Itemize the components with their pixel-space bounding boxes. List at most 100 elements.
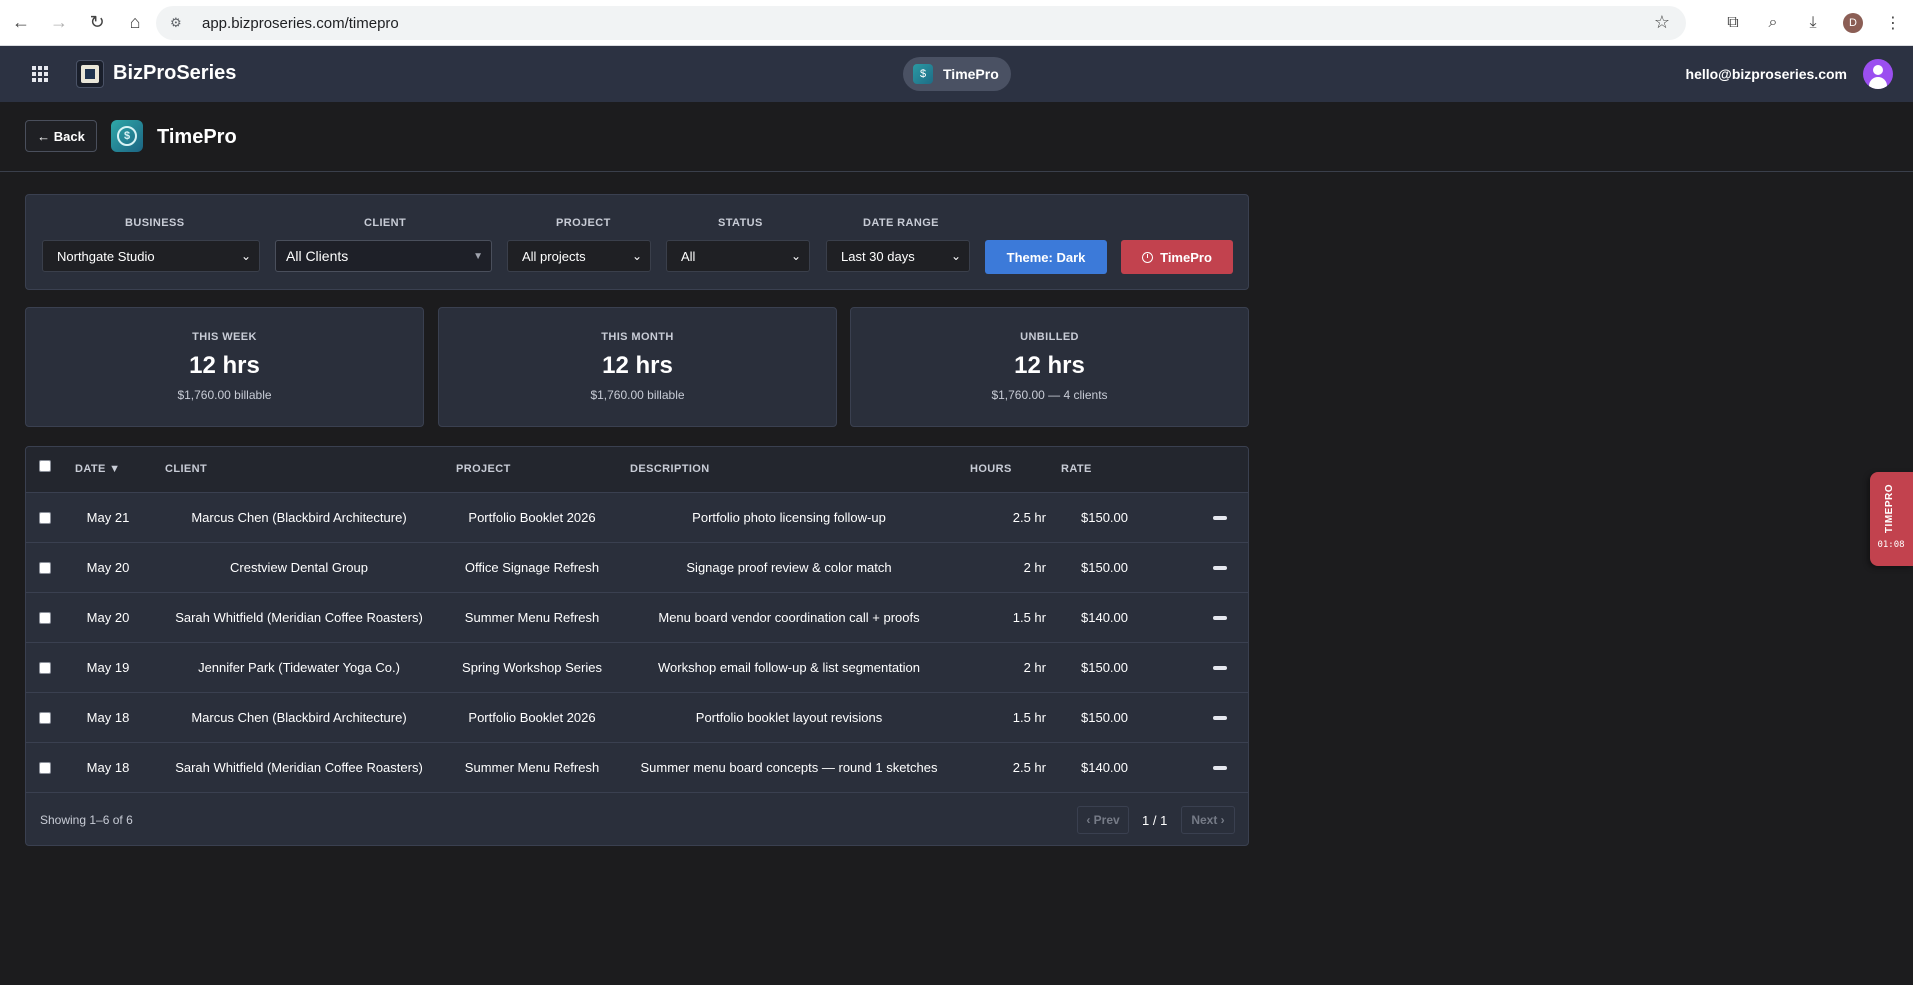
business-select[interactable]: Northgate Studio ⌄ <box>42 240 260 272</box>
column-header-rate[interactable]: RATE <box>1061 463 1092 475</box>
clock-icon <box>1142 251 1154 263</box>
client-select-value: All Clients <box>286 248 349 264</box>
column-header-project[interactable]: PROJECT <box>456 463 511 475</box>
table-row[interactable]: May 18 Sarah Whitfield (Meridian Coffee … <box>26 743 1248 793</box>
app-switcher-pill[interactable]: $ TimePro <box>903 57 1011 91</box>
client-select[interactable]: All Clients ▼ <box>275 240 492 272</box>
dollar-icon: $ <box>117 126 137 146</box>
theme-toggle-button[interactable]: Theme: Dark <box>985 240 1107 274</box>
entry-rate: $150.00 <box>1081 560 1128 575</box>
user-email: hello@bizproseries.com <box>1685 66 1847 82</box>
chevron-down-icon: ⌄ <box>790 249 801 263</box>
stat-card-this-week: THIS WEEK 12 hrs $1,760.00 billable <box>25 307 424 427</box>
forward-arrow-icon[interactable]: → <box>42 6 76 40</box>
status-filter-label: STATUS <box>718 217 763 229</box>
prev-page-button[interactable]: ‹ Prev <box>1077 806 1129 834</box>
stat-subtext: $1,760.00 — 4 clients <box>991 388 1108 402</box>
browser-profile-avatar[interactable]: D <box>1843 13 1863 33</box>
stat-value: 12 hrs <box>189 352 260 379</box>
entry-hours: 2 hr <box>1023 560 1046 575</box>
page-title: TimePro <box>157 126 237 148</box>
stat-subtext: $1,760.00 billable <box>177 388 272 402</box>
entry-description: Menu board vendor coordination call + pr… <box>658 610 920 625</box>
browser-toolbar: ← → ↻ ⌂ ⚙ app.bizproseries.com/timepro ☆… <box>0 0 1913 46</box>
next-page-button[interactable]: Next › <box>1181 806 1235 834</box>
timepro-timer-button[interactable]: TimePro <box>1121 240 1233 274</box>
entry-project: Office Signage Refresh <box>464 560 600 575</box>
entry-client: Marcus Chen (Blackbird Architecture) <box>191 710 407 725</box>
stat-value: 12 hrs <box>602 352 673 379</box>
project-select[interactable]: All projects ⌄ <box>507 240 651 272</box>
entry-date: May 19 <box>86 660 130 675</box>
row-menu-icon[interactable] <box>1213 716 1227 720</box>
row-checkbox[interactable] <box>39 762 51 774</box>
status-select[interactable]: All ⌄ <box>666 240 810 272</box>
entry-description: Portfolio photo licensing follow-up <box>692 510 886 525</box>
row-menu-icon[interactable] <box>1213 616 1227 620</box>
entry-description: Summer menu board concepts — round 1 ske… <box>640 760 938 775</box>
business-select-value: Northgate Studio <box>57 248 155 264</box>
row-checkbox[interactable] <box>39 512 51 524</box>
table-row[interactable]: May 20 Sarah Whitfield (Meridian Coffee … <box>26 593 1248 643</box>
status-select-value: All <box>681 248 696 264</box>
stat-value: 12 hrs <box>1014 352 1085 379</box>
entry-description: Workshop email follow-up & list segmenta… <box>657 660 921 675</box>
entry-rate: $150.00 <box>1081 710 1128 725</box>
entry-project: Summer Menu Refresh <box>464 610 600 625</box>
back-button[interactable]: ← Back <box>25 120 97 152</box>
timer-tab-label: TIMEPRO <box>1884 484 1895 534</box>
back-arrow-icon[interactable]: ← <box>4 6 38 40</box>
caret-down-icon: ▼ <box>473 251 483 262</box>
tab-search-icon[interactable]: ⌕ <box>1753 14 1793 32</box>
row-menu-icon[interactable] <box>1213 566 1227 570</box>
entry-rate: $150.00 <box>1081 510 1128 525</box>
apps-grid-icon[interactable] <box>32 66 48 82</box>
row-checkbox[interactable] <box>39 612 51 624</box>
project-filter-label: PROJECT <box>556 217 611 229</box>
select-all-checkbox[interactable] <box>39 460 51 472</box>
table-row[interactable]: May 20 Crestview Dental Group Office Sig… <box>26 543 1248 593</box>
reload-icon[interactable]: ↻ <box>80 6 114 40</box>
row-menu-icon[interactable] <box>1213 766 1227 770</box>
row-checkbox[interactable] <box>39 662 51 674</box>
extensions-icon[interactable]: ⧉ <box>1713 14 1753 32</box>
time-entries-table: DATE ▼ CLIENT PROJECT DESCRIPTION HOURS … <box>25 446 1249 846</box>
column-header-date[interactable]: DATE ▼ <box>75 463 120 475</box>
entry-date: May 18 <box>86 760 130 775</box>
entry-project: Portfolio Booklet 2026 <box>468 710 596 725</box>
column-header-hours[interactable]: HOURS <box>970 463 1012 475</box>
chevron-down-icon: ⌄ <box>631 249 642 263</box>
home-icon[interactable]: ⌂ <box>118 6 152 40</box>
column-header-description[interactable]: DESCRIPTION <box>630 463 710 475</box>
table-row[interactable]: May 18 Marcus Chen (Blackbird Architectu… <box>26 693 1248 743</box>
entry-hours: 2.5 hr <box>1012 760 1046 775</box>
stat-label: THIS WEEK <box>192 331 257 343</box>
column-header-client[interactable]: CLIENT <box>165 463 207 475</box>
row-checkbox[interactable] <box>39 712 51 724</box>
date-range-select[interactable]: Last 30 days ⌄ <box>826 240 970 272</box>
address-bar[interactable]: ⚙ app.bizproseries.com/timepro ☆ <box>156 6 1686 40</box>
site-info-icon[interactable]: ⚙ <box>170 15 190 31</box>
chevron-down-icon: ⌄ <box>950 249 961 263</box>
brand-name[interactable]: BizProSeries <box>113 62 236 85</box>
entry-rate: $140.00 <box>1081 760 1128 775</box>
url-text: app.bizproseries.com/timepro <box>202 14 399 32</box>
project-select-value: All projects <box>522 248 586 264</box>
browser-menu-icon[interactable]: ⋮ <box>1873 13 1913 33</box>
stat-card-unbilled: UNBILLED 12 hrs $1,760.00 — 4 clients <box>850 307 1249 427</box>
bookmark-star-icon[interactable]: ☆ <box>1654 12 1670 33</box>
row-checkbox[interactable] <box>39 562 51 574</box>
download-icon[interactable]: ⤓ <box>1793 14 1833 32</box>
row-menu-icon[interactable] <box>1213 666 1227 670</box>
row-menu-icon[interactable] <box>1213 516 1227 520</box>
timepro-app-icon: $ <box>111 120 143 152</box>
table-row[interactable]: May 19 Jennifer Park (Tidewater Yoga Co.… <box>26 643 1248 693</box>
floating-timer-tab[interactable]: TIMEPRO 01:08 <box>1870 472 1913 566</box>
user-avatar-icon[interactable] <box>1863 59 1893 89</box>
table-row[interactable]: May 21 Marcus Chen (Blackbird Architectu… <box>26 493 1248 543</box>
app-header: BizProSeries $ TimePro hello@bizproserie… <box>0 46 1913 102</box>
date-range-filter-label: DATE RANGE <box>863 217 939 229</box>
brand-logo[interactable] <box>76 60 104 88</box>
showing-count: Showing 1–6 of 6 <box>40 813 133 827</box>
table-header: DATE ▼ CLIENT PROJECT DESCRIPTION HOURS … <box>26 447 1248 493</box>
